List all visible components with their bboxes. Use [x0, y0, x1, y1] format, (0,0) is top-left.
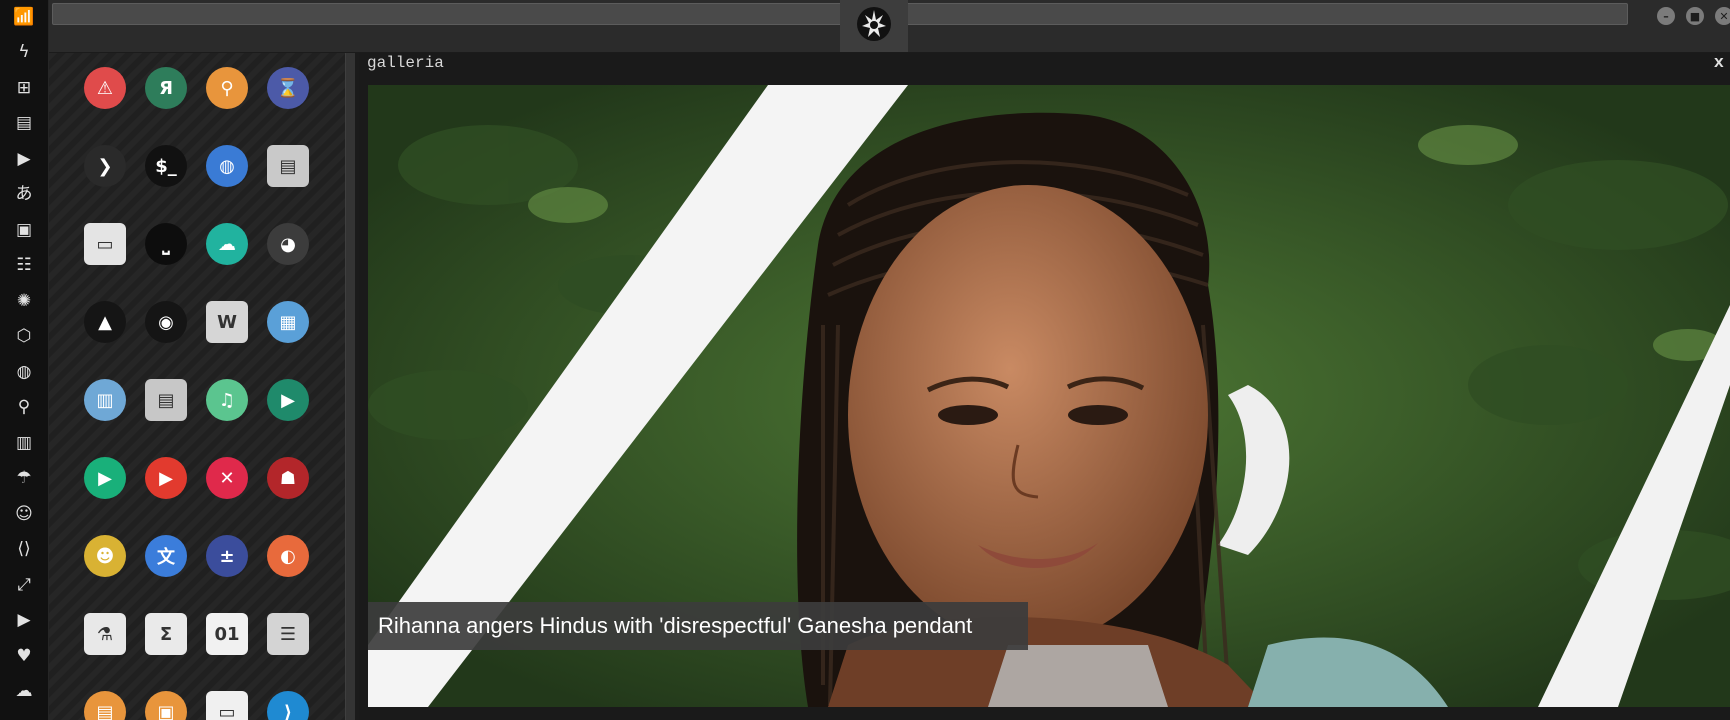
text-editor-app-icon[interactable]: ☰ [267, 613, 309, 655]
translate-icon[interactable]: あ [9, 182, 39, 208]
windows-icon[interactable]: ⊞ [9, 75, 39, 101]
top-bar: – ■ ✕ [49, 0, 1730, 52]
terminal-app-icon[interactable]: $_ [145, 145, 187, 187]
cloud-icon[interactable]: ☁ [9, 679, 39, 705]
window-app-icon[interactable]: ▭ [84, 223, 126, 265]
close-window-button[interactable]: x [1714, 54, 1724, 73]
keyboard-app-icon[interactable]: ⎵ [145, 223, 187, 265]
heart-icon[interactable]: ♥ [9, 643, 39, 669]
sigma-app-icon[interactable]: Σ [145, 613, 187, 655]
video-app-icon[interactable]: ▶ [267, 379, 309, 421]
minimize-icon[interactable]: – [1657, 7, 1675, 25]
books-app-icon[interactable]: ▥ [84, 379, 126, 421]
rebel-alliance-icon[interactable] [856, 6, 892, 42]
warning-app-icon[interactable]: ⚠ [84, 67, 126, 109]
youtube-icon[interactable]: ▶ [9, 608, 39, 634]
translate-app-icon[interactable]: 文 [145, 535, 187, 577]
wikipedia-app-icon[interactable]: W [206, 301, 248, 343]
file-cabinet-app-icon[interactable]: ▤ [267, 145, 309, 187]
close-icon[interactable]: ✕ [1715, 7, 1730, 25]
media-player-app-icon[interactable]: ▶ [84, 457, 126, 499]
yandex-app-icon[interactable]: Я [145, 67, 187, 109]
c3po-app-icon[interactable]: ☻ [84, 535, 126, 577]
calculator-app-icon[interactable]: ± [206, 535, 248, 577]
close-circle-app-icon[interactable]: ✕ [206, 457, 248, 499]
hourglass-app-icon[interactable]: ⌛ [267, 67, 309, 109]
umbrella-icon[interactable]: ☂ [9, 466, 39, 492]
emblem-tab[interactable] [840, 0, 908, 52]
gallery-window: galleria x Rihanna angers Hindus with 'd… [359, 53, 1730, 720]
github-app-icon[interactable]: ◕ [267, 223, 309, 265]
color-palette-app-icon[interactable]: ◐ [267, 535, 309, 577]
archive-icon[interactable]: ▤ [9, 111, 39, 137]
pane-splitter[interactable] [345, 53, 355, 720]
image-icon[interactable]: ▣ [9, 217, 39, 243]
image-viewer-app-icon[interactable]: ▣ [145, 691, 187, 720]
notebook-app-icon[interactable]: ▤ [145, 379, 187, 421]
presentation-app-icon[interactable]: ▭ [206, 691, 248, 720]
play-circle-icon[interactable]: ▶ [9, 146, 39, 172]
search-app-icon[interactable]: ⚲ [206, 67, 248, 109]
music-app-icon[interactable]: ♫ [206, 379, 248, 421]
vscode-app-icon[interactable]: ⟩ [267, 691, 309, 720]
globe-icon[interactable]: ◍ [9, 359, 39, 385]
youtube-app-icon[interactable]: ▶ [145, 457, 187, 499]
map-icon[interactable]: ▥ [9, 430, 39, 456]
app-launcher-grid: ⚠ Я ⚲ ⌛ ❯ $_ ◍ ▤ ▭ ⎵ ☁ ◕ ▲ ◉ W ▦ ▥ ▤ ♫ ▶ ▶ ▶ ✕ ☗ ☻ 文 ± ◐ ⚗ Σ 01 ☰ ▤ ▣ ▭ ⟩ [49, 53, 345, 720]
chevron-app-icon[interactable]: ❯ [84, 145, 126, 187]
fullscreen-icon[interactable]: ⤢ [9, 572, 39, 598]
jedi-order-icon[interactable]: ✺ [9, 288, 39, 314]
death-star-app-icon[interactable]: ◉ [145, 301, 187, 343]
chemistry-app-icon[interactable]: ⚗ [84, 613, 126, 655]
wifi-icon[interactable]: 📶 [9, 4, 39, 30]
document-app-icon[interactable]: ▤ [84, 691, 126, 720]
code-icon[interactable]: ⟨⟩ [9, 537, 39, 563]
cloud-lock-app-icon[interactable]: ☁ [206, 223, 248, 265]
iron-man-app-icon[interactable]: ☗ [267, 457, 309, 499]
newspaper-icon[interactable]: ☷ [9, 253, 39, 279]
empire-icon[interactable]: ⬡ [9, 324, 39, 350]
slide-caption: Rihanna angers Hindus with 'disrespectfu… [368, 602, 1028, 650]
side-dock: 📶 ϟ ⊞ ▤ ▶ あ ▣ ☷ ✺ ⬡ ◍ ⚲ ▥ ☂ ☺ ⟨⟩ ⤢ ▶ ♥ ☁ [0, 0, 49, 720]
world-map-app-icon[interactable]: ▦ [267, 301, 309, 343]
maximize-icon[interactable]: ■ [1686, 7, 1704, 25]
bolt-icon[interactable]: ϟ [9, 40, 39, 66]
window-title: galleria [367, 54, 444, 72]
search-icon[interactable]: ⚲ [9, 395, 39, 421]
binary-file-app-icon[interactable]: 01 [206, 613, 248, 655]
web-browser-app-icon[interactable]: ◍ [206, 145, 248, 187]
contacts-icon[interactable]: ☺ [9, 501, 39, 527]
starfleet-app-icon[interactable]: ▲ [84, 301, 126, 343]
